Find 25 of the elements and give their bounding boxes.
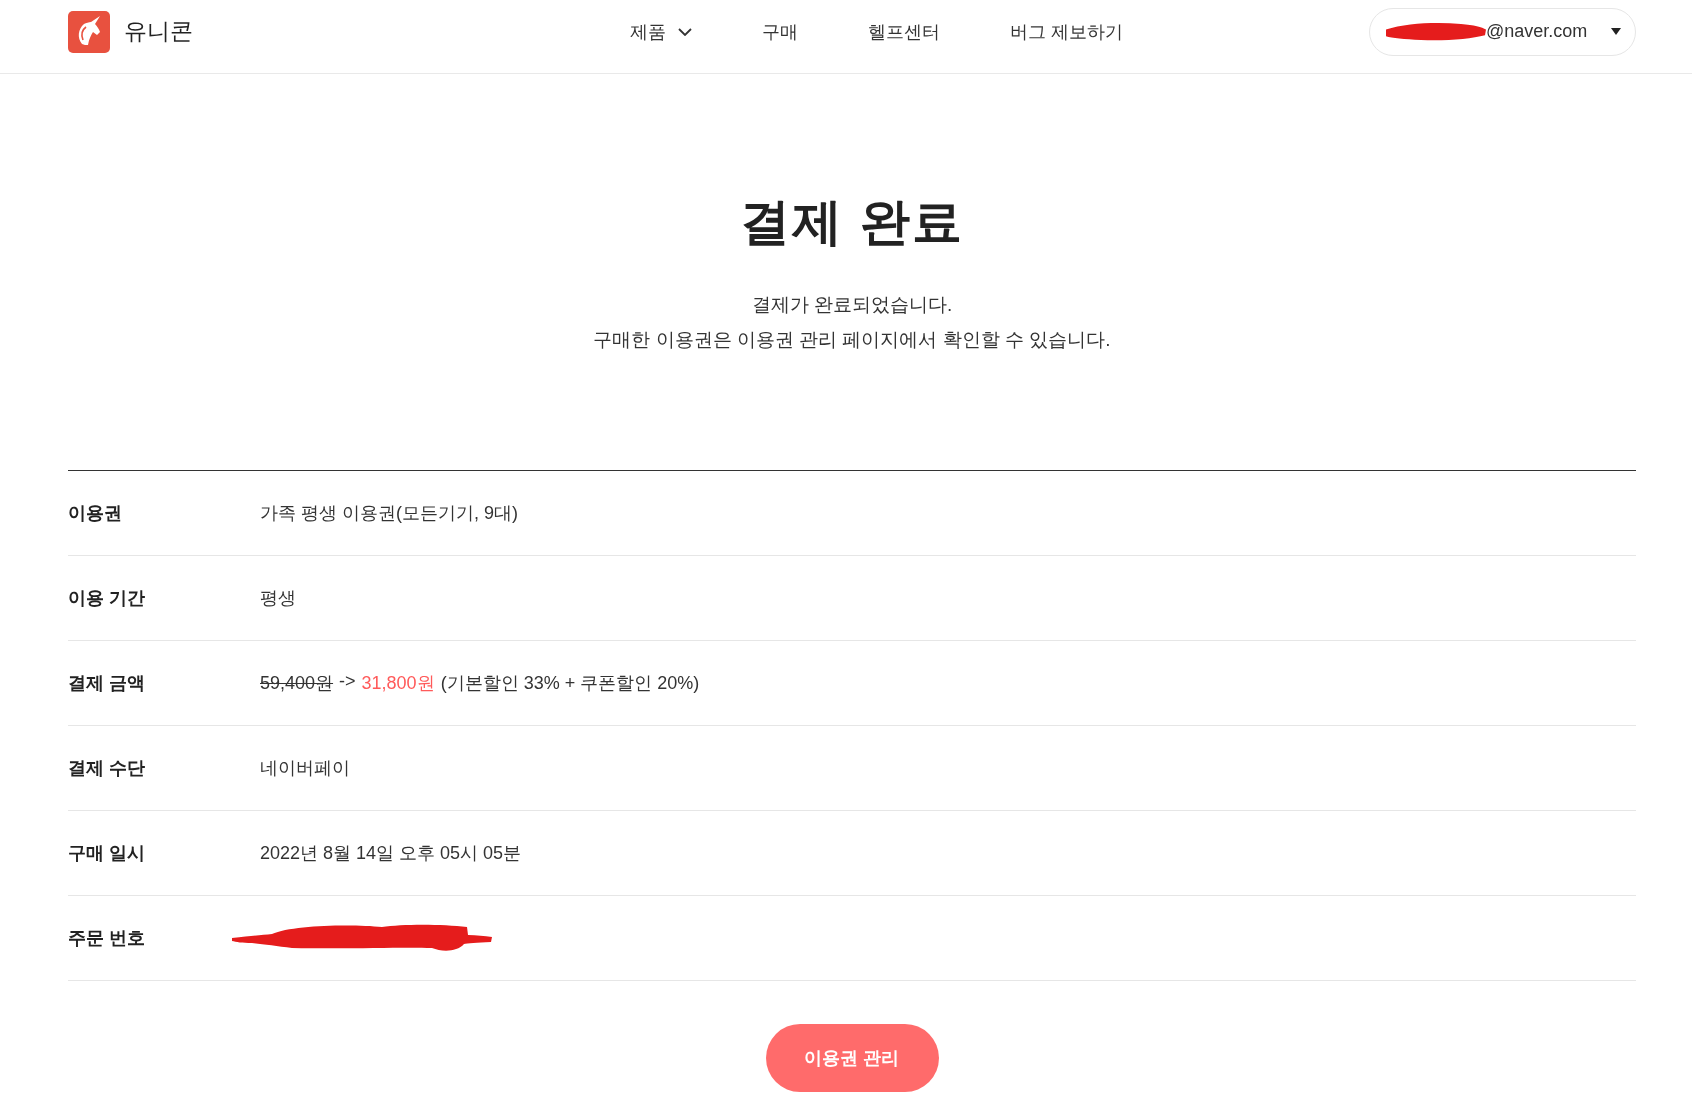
account-menu-button[interactable]: @naver.com	[1369, 7, 1636, 56]
detail-label: 주문 번호	[68, 927, 146, 950]
price-arrow: ->	[339, 671, 356, 693]
detail-label: 이용 기간	[68, 587, 146, 610]
detail-label: 이용권	[68, 502, 123, 525]
detail-value: 네이버페이	[260, 757, 350, 780]
original-price: 59,400원	[260, 672, 334, 695]
logo-icon[interactable]	[68, 10, 110, 53]
detail-value: 2022년 8월 14일 오후 05시 05분	[260, 842, 522, 865]
detail-label: 결제 금액	[68, 672, 146, 695]
detail-value: 가족 평생 이용권(모든기기, 9대)	[260, 502, 518, 525]
detail-label: 구매 일시	[68, 842, 146, 865]
message-text: 구매한 이용권은 이용권 관리 페이지에서 확인할 수 있습니다.	[592, 328, 1112, 352]
nav-link[interactable]: 제품	[630, 19, 693, 44]
nav-link[interactable]: 구매	[762, 19, 799, 44]
discount-note: (기본할인 33% + 쿠폰할인 20%)	[440, 672, 700, 695]
detail-value: 평생	[260, 587, 296, 610]
page-title: 결제 완료	[739, 193, 965, 252]
nav-link[interactable]: 버그 제보하기	[1010, 19, 1124, 44]
brand-name[interactable]: 유니콘	[124, 16, 193, 47]
nav-link[interactable]: 헬프센터	[868, 19, 941, 44]
message-text: 결제가 완료되었습니다.	[750, 293, 954, 317]
detail-label: 결제 수단	[68, 757, 146, 780]
caret-down-icon	[1611, 28, 1621, 35]
discounted-price: 31,800원	[361, 672, 435, 695]
